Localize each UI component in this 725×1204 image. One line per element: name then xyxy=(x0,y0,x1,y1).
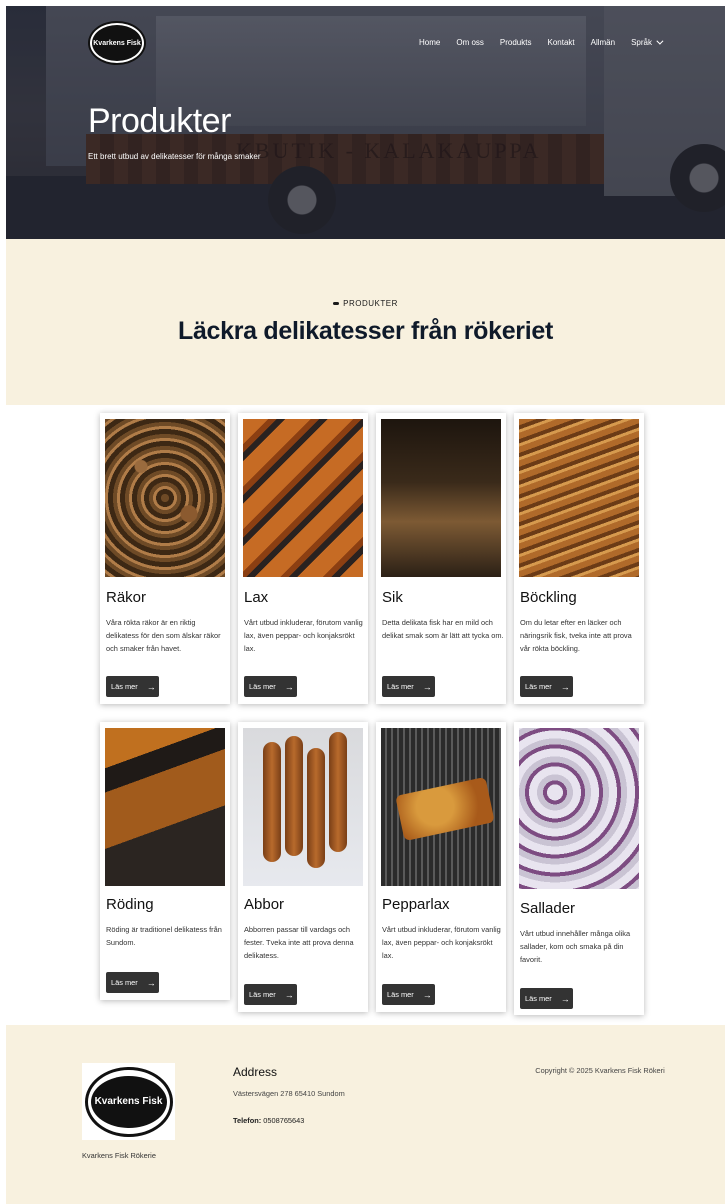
product-card-sik[interactable]: Sik Detta delikata fisk har en mild och … xyxy=(376,413,506,704)
product-image xyxy=(105,728,225,886)
section-eyebrow: PRODUKTER xyxy=(6,299,725,308)
read-more-label: Läs mer xyxy=(249,990,276,999)
nav-sprak[interactable]: Språk xyxy=(631,37,664,47)
product-description: Abborren passar till vardags och fester.… xyxy=(244,925,354,960)
product-description: Detta delikata fisk har en mild och deli… xyxy=(382,618,504,640)
fish-graphic xyxy=(329,732,347,852)
read-more-label: Läs mer xyxy=(387,990,414,999)
product-description: Vårt utbud innehåller många olika sallad… xyxy=(520,929,631,964)
product-title: Räkor xyxy=(106,589,147,606)
product-card-pepparlax[interactable]: Pepparlax Vårt utbud inkluderar, förutom… xyxy=(376,722,506,1012)
site-footer: Kvarkens Fisk Kvarkens Fisk Rökerie Addr… xyxy=(6,1025,725,1204)
product-description: Röding är traditionel delikatess från Su… xyxy=(106,925,222,947)
chevron-down-icon xyxy=(656,37,664,45)
product-image xyxy=(381,419,501,577)
read-more-label: Läs mer xyxy=(525,682,552,691)
footer-logo-caption: Kvarkens Fisk Rökerie xyxy=(82,1151,156,1160)
product-card-abbor[interactable]: Abbor Abborren passar till vardags och f… xyxy=(238,722,368,1012)
fish-graphic xyxy=(307,748,325,868)
product-description: Våra rökta räkor är en riktig delikatess… xyxy=(106,618,221,653)
read-more-label: Läs mer xyxy=(111,682,138,691)
nav-produkts[interactable]: Produkts xyxy=(500,38,532,47)
read-more-button[interactable]: Läs mer → xyxy=(520,676,573,697)
hero-banner: KBUTIK - KALAKAUPPA Kvarkens Fisk Home O… xyxy=(6,6,725,239)
footer-copyright: Copyright © 2025 Kvarkens Fisk Rökeri xyxy=(535,1066,665,1075)
nav-sprak-label: Språk xyxy=(631,38,652,47)
main-nav: Home Om oss Produkts Kontakt Allmän Språ… xyxy=(419,37,677,47)
product-card-bockling[interactable]: Böckling Om du letar efter en läcker och… xyxy=(514,413,644,704)
section-title: Läckra delikatesser från rökeriet xyxy=(177,317,554,345)
nav-kontakt[interactable]: Kontakt xyxy=(547,38,574,47)
footer-logo[interactable]: Kvarkens Fisk xyxy=(82,1063,175,1140)
footer-address-heading: Address xyxy=(233,1065,278,1079)
product-card-lax[interactable]: Lax Vårt utbud inkluderar, förutom vanli… xyxy=(238,413,368,704)
read-more-button[interactable]: Läs mer → xyxy=(106,972,159,993)
product-title: Lax xyxy=(244,589,269,606)
product-card-sallader[interactable]: Sallader Vårt utbud innehåller många oli… xyxy=(514,722,644,1015)
read-more-button[interactable]: Läs mer → xyxy=(244,984,297,1005)
arrow-right-icon: → xyxy=(146,977,156,988)
read-more-button[interactable]: Läs mer → xyxy=(106,676,159,697)
page-subtitle: Ett brett utbud av delikatesser för mång… xyxy=(88,152,261,161)
product-image xyxy=(519,419,639,577)
product-image xyxy=(381,728,501,886)
section-eyebrow-label: PRODUKTER xyxy=(343,299,398,308)
arrow-right-icon: → xyxy=(284,989,294,1000)
site-logo-text: Kvarkens Fisk xyxy=(93,39,141,47)
intro-section: PRODUKTER Läckra delikatesser från röker… xyxy=(6,239,725,405)
read-more-button[interactable]: Läs mer → xyxy=(244,676,297,697)
footer-address: Västersvägen 278 65410 Sundom xyxy=(233,1089,345,1098)
nav-allman[interactable]: Allmän xyxy=(591,38,615,47)
product-title: Sallader xyxy=(520,900,576,917)
fish-graphic xyxy=(263,742,281,862)
read-more-button[interactable]: Läs mer → xyxy=(382,984,435,1005)
product-image xyxy=(243,728,363,886)
read-more-button[interactable]: Läs mer → xyxy=(382,676,435,697)
arrow-right-icon: → xyxy=(146,681,156,692)
product-title: Pepparlax xyxy=(382,896,450,913)
product-image xyxy=(243,419,363,577)
arrow-right-icon: → xyxy=(560,993,570,1004)
read-more-label: Läs mer xyxy=(525,994,552,1003)
arrow-right-icon: → xyxy=(284,681,294,692)
product-description: Om du letar efter en läcker och näringsr… xyxy=(520,618,632,653)
eyebrow-dot-icon xyxy=(333,302,340,306)
arrow-right-icon: → xyxy=(422,989,432,1000)
arrow-right-icon: → xyxy=(422,681,432,692)
footer-telefon-label: Telefon: xyxy=(233,1116,262,1125)
nav-om-oss[interactable]: Om oss xyxy=(456,38,484,47)
product-image xyxy=(105,419,225,577)
product-card-rakor[interactable]: Räkor Våra rökta räkor är en riktig deli… xyxy=(100,413,230,704)
footer-telefon: Telefon: 0508765643 xyxy=(233,1116,304,1125)
read-more-label: Läs mer xyxy=(111,978,138,987)
product-card-roding[interactable]: Röding Röding är traditionel delikatess … xyxy=(100,722,230,1000)
read-more-label: Läs mer xyxy=(387,682,414,691)
product-title: Sik xyxy=(382,589,403,606)
product-description: Vårt utbud inkluderar, förutom vanlig la… xyxy=(244,618,363,653)
product-title: Röding xyxy=(106,896,154,913)
footer-telefon-number[interactable]: 0508765643 xyxy=(263,1116,304,1125)
read-more-button[interactable]: Läs mer → xyxy=(520,988,573,1009)
fish-graphic xyxy=(285,736,303,856)
product-title: Böckling xyxy=(520,589,577,606)
product-title: Abbor xyxy=(244,896,285,913)
read-more-label: Läs mer xyxy=(249,682,276,691)
site-logo[interactable]: Kvarkens Fisk xyxy=(88,21,146,65)
salmon-slab-graphic xyxy=(395,776,495,842)
footer-logo-text: Kvarkens Fisk xyxy=(94,1096,163,1107)
product-description: Vårt utbud inkluderar, förutom vanlig la… xyxy=(382,925,501,960)
nav-home[interactable]: Home xyxy=(419,38,440,47)
page-title: Produkter xyxy=(88,102,231,140)
product-image xyxy=(519,728,639,889)
arrow-right-icon: → xyxy=(560,681,570,692)
